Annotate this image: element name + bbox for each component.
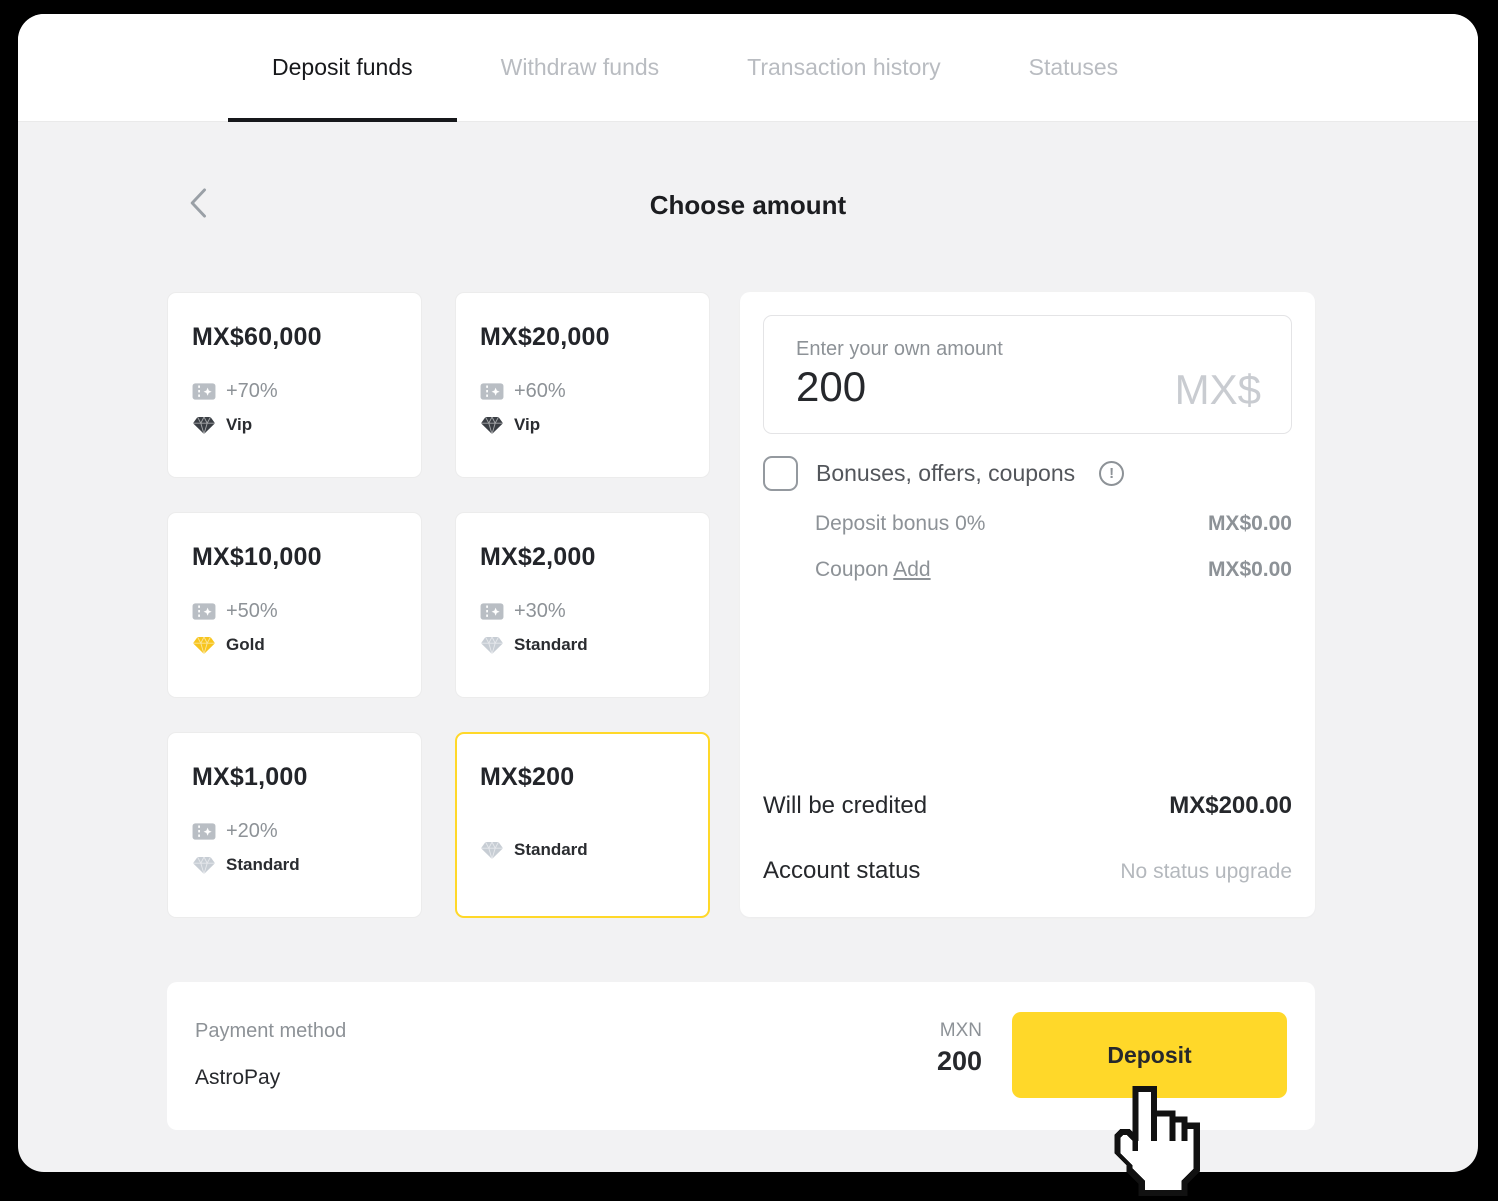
bonus-ticket-icon: [480, 602, 504, 621]
own-amount-input[interactable]: Enter your own amount 200 MX$: [763, 315, 1292, 434]
card-amount: MX$10,000: [192, 543, 397, 572]
bonuses-label: Bonuses, offers, coupons: [816, 460, 1075, 487]
amount-card[interactable]: MX$2,000 +30% Standard: [455, 512, 710, 698]
card-tier: Vip: [514, 415, 540, 435]
deposit-bonus-row: Deposit bonus 0% MX$0.00: [815, 512, 1292, 536]
credited-row: Will be credited MX$200.00: [763, 792, 1292, 820]
card-amount: MX$60,000: [192, 323, 397, 352]
footer-currency-code: MXN: [940, 1020, 982, 1042]
card-tier: Gold: [226, 635, 265, 655]
tier-diamond-icon: [480, 416, 504, 435]
tabs-header: Deposit funds Withdraw funds Transaction…: [18, 14, 1478, 122]
card-bonus: +30%: [514, 600, 566, 623]
footer-amount: 200: [937, 1046, 982, 1077]
tier-diamond-icon: [480, 841, 504, 860]
amount-cards-grid: MX$60,000 +70% Vip MX$20,000: [167, 292, 710, 918]
tab-withdraw-funds[interactable]: Withdraw funds: [457, 14, 704, 121]
amount-input-label: Enter your own amount: [796, 338, 1003, 361]
currency-symbol: MX$: [1175, 366, 1261, 414]
amount-card[interactable]: MX$1,000 +20% Standard: [167, 732, 422, 918]
amount-card[interactable]: MX$20,000 +60% Vip: [455, 292, 710, 478]
payment-method-value[interactable]: AstroPay: [195, 1066, 280, 1090]
coupon-label: Coupon: [815, 558, 889, 581]
payment-method-label: Payment method: [195, 1020, 346, 1043]
amount-card[interactable]: MX$60,000 +70% Vip: [167, 292, 422, 478]
card-tier: Standard: [514, 840, 588, 860]
tabs-nav: Deposit funds Withdraw funds Transaction…: [18, 14, 1478, 121]
credited-value: MX$200.00: [1169, 792, 1292, 820]
info-icon[interactable]: !: [1099, 461, 1124, 486]
bonus-ticket-icon: [480, 382, 504, 401]
bonus-ticket-icon: [192, 602, 216, 621]
bonus-ticket-icon: [192, 382, 216, 401]
amount-card-selected[interactable]: MX$200 Standard: [455, 732, 710, 918]
card-bonus: +20%: [226, 820, 278, 843]
bonuses-row: Bonuses, offers, coupons !: [763, 456, 1124, 491]
card-amount: MX$200: [480, 763, 685, 792]
deposit-bonus-label: Deposit bonus 0%: [815, 512, 985, 536]
bonuses-checkbox[interactable]: [763, 456, 798, 491]
deposit-button[interactable]: Deposit: [1012, 1012, 1287, 1098]
card-bonus: +60%: [514, 380, 566, 403]
account-status-row: Account status No status upgrade: [763, 857, 1292, 885]
amount-card[interactable]: MX$10,000 +50% Gold: [167, 512, 422, 698]
card-amount: MX$20,000: [480, 323, 685, 352]
account-status-value: No status upgrade: [1120, 860, 1292, 884]
tier-diamond-icon: [192, 856, 216, 875]
coupon-row: Coupon Add MX$0.00: [815, 558, 1292, 582]
tab-transaction-history[interactable]: Transaction history: [703, 14, 984, 121]
coupon-add-link[interactable]: Add: [893, 558, 930, 581]
app-window: Deposit funds Withdraw funds Transaction…: [18, 14, 1478, 1172]
credited-label: Will be credited: [763, 792, 927, 820]
card-tier: Vip: [226, 415, 252, 435]
coupon-value: MX$0.00: [1208, 558, 1292, 582]
card-bonus: +70%: [226, 380, 278, 403]
tab-deposit-funds[interactable]: Deposit funds: [228, 14, 457, 121]
tier-diamond-icon: [480, 636, 504, 655]
tier-diamond-icon: [192, 416, 216, 435]
page-title: Choose amount: [18, 190, 1478, 221]
tier-diamond-icon: [192, 636, 216, 655]
tab-statuses[interactable]: Statuses: [985, 14, 1163, 121]
bonus-ticket-icon: [192, 822, 216, 841]
amount-panel: Enter your own amount 200 MX$ Bonuses, o…: [740, 292, 1315, 917]
card-tier: Standard: [226, 855, 300, 875]
account-status-label: Account status: [763, 857, 920, 885]
card-amount: MX$1,000: [192, 763, 397, 792]
amount-input-value[interactable]: 200: [796, 363, 1003, 411]
deposit-bonus-value: MX$0.00: [1208, 512, 1292, 536]
card-bonus: +50%: [226, 600, 278, 623]
payment-footer: Payment method AstroPay MXN 200 Deposit: [167, 982, 1315, 1130]
card-tier: Standard: [514, 635, 588, 655]
card-amount: MX$2,000: [480, 543, 685, 572]
